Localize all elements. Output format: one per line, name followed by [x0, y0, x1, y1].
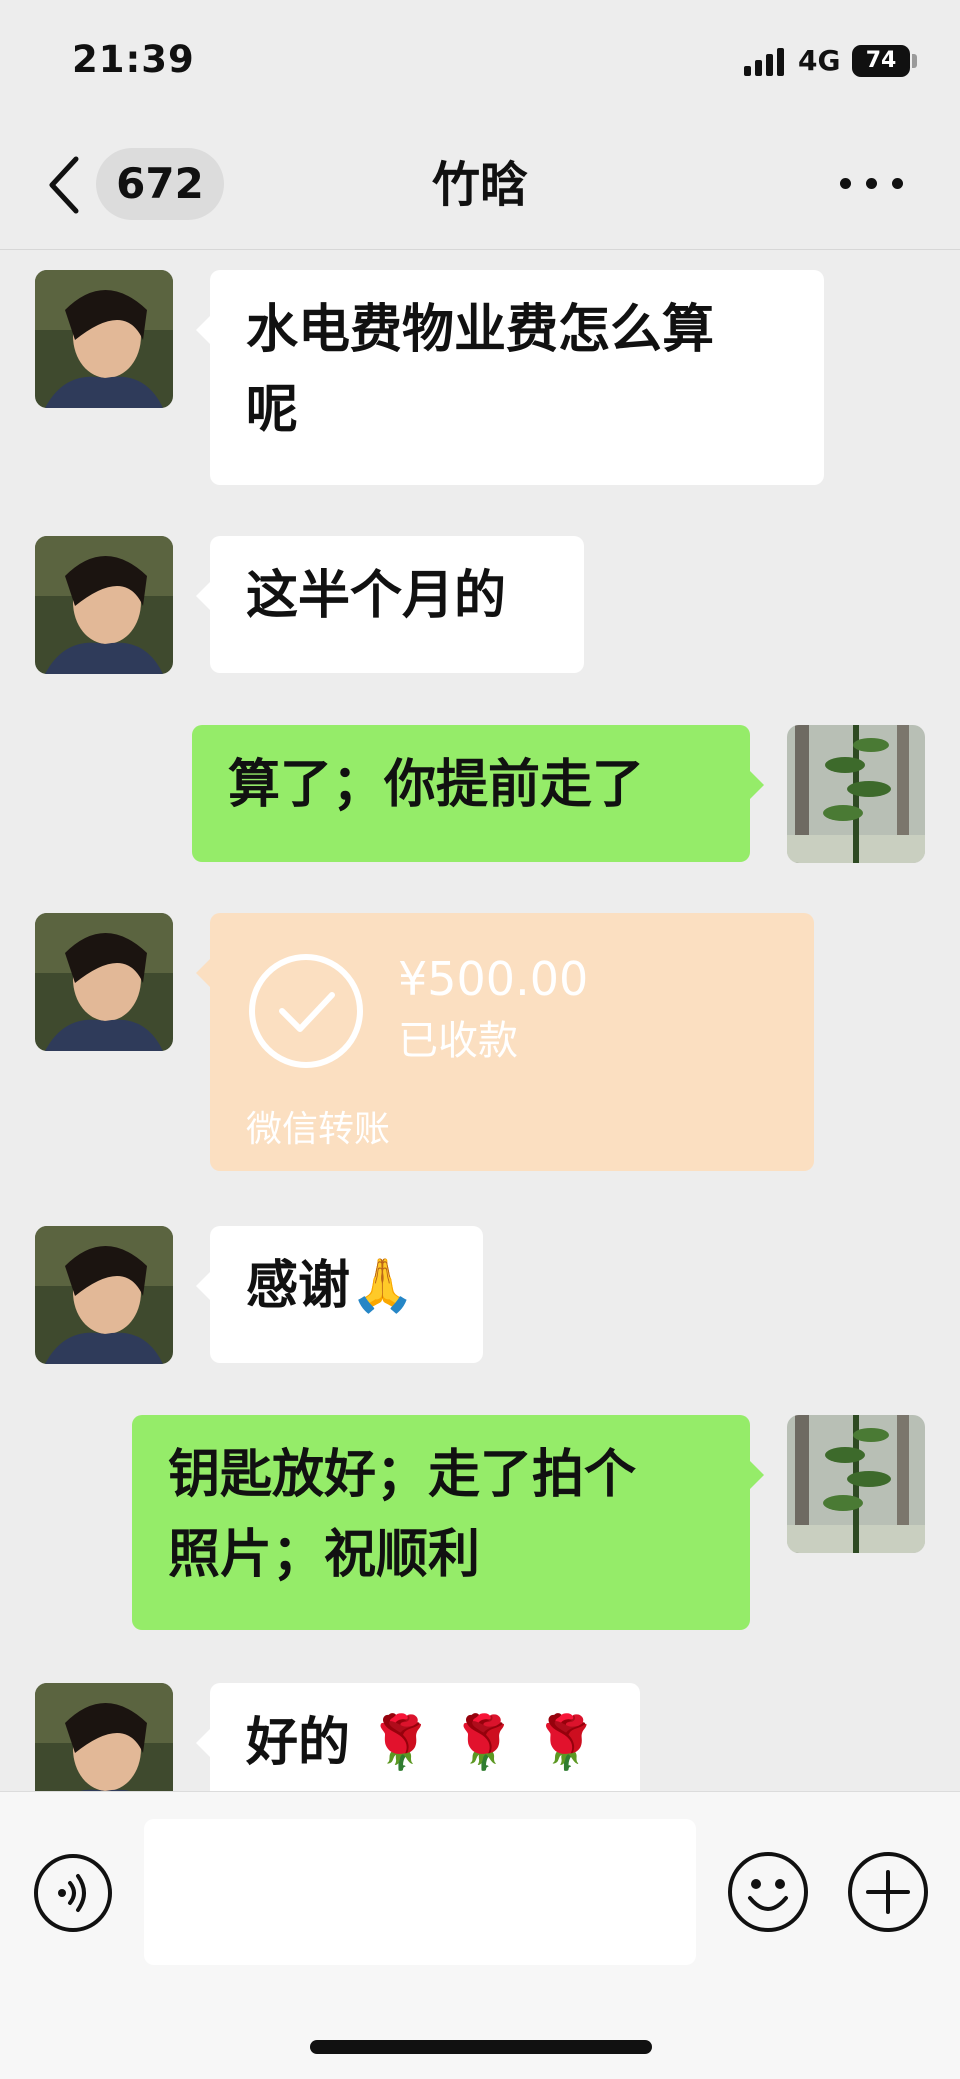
message-line: 好的 🌹 🌹 🌹: [246, 1703, 640, 1783]
check-circle-icon: [249, 954, 363, 1068]
plus-button[interactable]: [846, 1850, 930, 1934]
message-text: 照片；祝顺利: [168, 1525, 481, 1585]
rose-emoji: 🌹: [368, 1713, 433, 1773]
rose-emoji: 🌹: [450, 1713, 516, 1773]
message-bubble[interactable]: 这半个月的: [196, 536, 584, 673]
message-input[interactable]: [144, 1819, 696, 1965]
message-bubble[interactable]: 感谢🙏: [196, 1226, 483, 1363]
contact-avatar[interactable]: [35, 913, 173, 1051]
message-text: 算了；你提前走了: [228, 755, 645, 815]
voice-icon: [34, 1854, 112, 1932]
contact-avatar[interactable]: [35, 270, 173, 408]
chevron-left-icon: [49, 156, 79, 214]
message-bubble-outgoing[interactable]: 算了；你提前走了: [192, 725, 764, 862]
more-button[interactable]: [832, 164, 912, 204]
nav-bar: 672 竹晗: [0, 120, 960, 250]
network-type: 4G: [798, 44, 841, 77]
smiley-icon: [728, 1852, 808, 1932]
unread-count-badge[interactable]: 672: [96, 148, 224, 220]
pray-emoji: 🙏: [350, 1256, 415, 1316]
back-button[interactable]: [44, 153, 84, 217]
transfer-label: 微信转账: [246, 1109, 391, 1150]
rose-emoji: 🌹: [533, 1713, 599, 1773]
input-bar: [0, 1791, 960, 2079]
transfer-amount: ¥500.00: [398, 952, 589, 1006]
transfer-card[interactable]: ¥500.00 已收款 微信转账: [196, 913, 814, 1171]
status-bar: 21:39 4G 74: [0, 0, 960, 120]
home-indicator[interactable]: [310, 2040, 652, 2054]
my-avatar[interactable]: [787, 725, 925, 863]
plus-icon: [848, 1852, 928, 1932]
message-text: 好的: [246, 1713, 351, 1773]
transfer-status: 已收款: [398, 1018, 518, 1064]
chat-screen: 21:39 4G 74 672 竹晗 水电费物业费怎么算 呢 这半个月的 算了；…: [0, 0, 960, 2079]
voice-button[interactable]: [32, 1852, 114, 1934]
message-text: 呢: [246, 380, 299, 440]
message-text: 水电费物业费怎么算: [246, 300, 715, 360]
message-bubble-outgoing[interactable]: 钥匙放好；走了拍个 照片；祝顺利: [132, 1415, 764, 1630]
chat-title: 竹晗: [431, 157, 528, 213]
contact-avatar[interactable]: [35, 536, 173, 674]
battery-tip: [912, 54, 917, 68]
message-bubble[interactable]: 水电费物业费怎么算 呢: [196, 270, 824, 485]
message-text: 感谢: [246, 1256, 351, 1316]
message-text: 钥匙放好；走了拍个: [168, 1445, 637, 1505]
status-time: 21:39: [72, 38, 195, 81]
battery-icon: 74: [852, 45, 910, 77]
message-text: 这半个月的: [246, 566, 507, 626]
message-line: 感谢🙏: [246, 1246, 483, 1326]
contact-avatar[interactable]: [35, 1226, 173, 1364]
emoji-button[interactable]: [726, 1850, 810, 1934]
signal-icon: [744, 48, 786, 76]
my-avatar[interactable]: [787, 1415, 925, 1553]
